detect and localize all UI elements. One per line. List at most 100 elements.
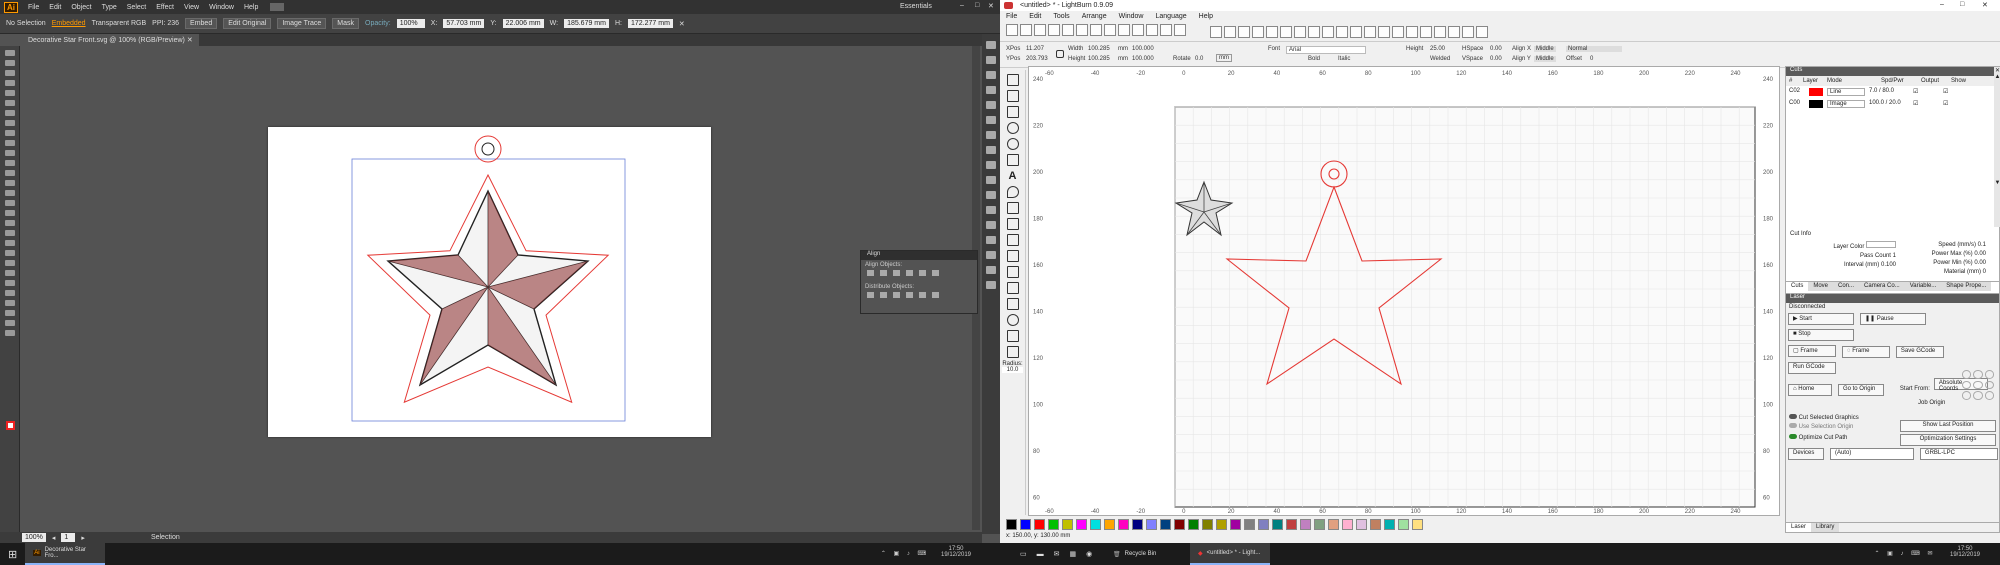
store-icon[interactable]: ▦: [1070, 550, 1077, 558]
palette-swatch[interactable]: [1132, 518, 1143, 530]
x-field[interactable]: 57.703 mm: [443, 19, 485, 28]
paintbrush-tool-icon[interactable]: [4, 140, 15, 146]
origin-radio[interactable]: [1973, 380, 1983, 390]
next-artboard-icon[interactable]: ▸: [81, 534, 85, 542]
optimization-settings-button[interactable]: Optimization Settings: [1900, 434, 1996, 446]
palette-swatch[interactable]: [1314, 518, 1325, 530]
output-checkbox[interactable]: ☑: [1913, 100, 1939, 108]
mirror-icon[interactable]: [1294, 25, 1306, 38]
paste-icon[interactable]: [1090, 24, 1102, 36]
start-button[interactable]: ▶ Start: [1788, 313, 1854, 325]
ungroup-icon[interactable]: [1252, 25, 1264, 38]
palette-swatch[interactable]: [1006, 518, 1017, 530]
show-checkbox[interactable]: ☑: [1943, 88, 1948, 96]
pencil-tool-icon[interactable]: [4, 160, 15, 166]
show-last-position-button[interactable]: Show Last Position: [1900, 420, 1996, 432]
palette-swatch[interactable]: [1398, 518, 1409, 530]
origin-radio[interactable]: [1962, 370, 1972, 379]
distribute-left-icon[interactable]: [906, 292, 913, 298]
align-right-icon[interactable]: [1336, 25, 1348, 38]
origin-radio[interactable]: [1984, 391, 1994, 400]
palette-swatch[interactable]: [1300, 518, 1311, 530]
align-left-icon[interactable]: [867, 270, 874, 276]
palette-swatch[interactable]: [1174, 518, 1185, 530]
artboard-tool-icon[interactable]: [4, 300, 15, 306]
chrome-icon[interactable]: ◉: [1086, 550, 1092, 558]
tab-move[interactable]: Move: [1808, 282, 1834, 291]
close-icon[interactable]: ✕: [1982, 1, 1988, 9]
page-align-icon[interactable]: [1476, 25, 1488, 38]
cut-icon[interactable]: [1062, 24, 1074, 36]
menu-effect[interactable]: Effect: [156, 4, 174, 11]
home-button[interactable]: ⌂ Home: [1788, 384, 1832, 396]
eraser-tool-icon[interactable]: [4, 170, 15, 176]
pen-tool-icon[interactable]: [4, 90, 15, 96]
free-transform-tool-icon[interactable]: [4, 210, 15, 216]
weld-icon[interactable]: [1006, 234, 1019, 246]
embed-button[interactable]: Embed: [185, 18, 218, 29]
taskbar-item-lightburn[interactable]: ◆ <untitled> * - Light...: [1190, 543, 1270, 565]
cut-selected-toggle[interactable]: Cut Selected Graphics: [1786, 406, 1999, 421]
distribute-right-icon[interactable]: [932, 292, 939, 298]
tab-variable-text[interactable]: Variable...: [1904, 282, 1942, 291]
star-artwork[interactable]: [268, 127, 711, 437]
align-right-icon[interactable]: [893, 270, 900, 276]
tab-close-icon[interactable]: ✕: [187, 37, 193, 44]
layer-mode-select[interactable]: Image: [1827, 100, 1865, 108]
workspace-switcher[interactable]: Essentials: [900, 3, 932, 10]
palette-swatch[interactable]: [1146, 518, 1157, 530]
move-together-icon[interactable]: [1434, 25, 1446, 38]
align-panel-icon[interactable]: [986, 236, 996, 244]
camera-icon[interactable]: [1174, 24, 1186, 36]
rotate-field[interactable]: 0.0: [1195, 56, 1203, 62]
system-tray-icons[interactable]: ⌃ ▣ ♪ ⌨: [880, 550, 930, 557]
direct-selection-tool-icon[interactable]: [4, 60, 15, 66]
space-v-icon[interactable]: [1462, 25, 1474, 38]
tab-cuts[interactable]: Cuts: [1786, 282, 1809, 291]
artboard-number-field[interactable]: 1: [61, 533, 76, 542]
ellipse-tool-icon[interactable]: [1006, 122, 1019, 134]
tab-library[interactable]: Library: [1811, 523, 1840, 532]
align-panel-header[interactable]: Align: [861, 251, 977, 260]
radius-field[interactable]: 10.0: [1002, 367, 1023, 373]
palette-swatch[interactable]: [1048, 518, 1059, 530]
trace-icon[interactable]: [1224, 25, 1236, 38]
magic-wand-tool-icon[interactable]: [4, 70, 15, 76]
palette-swatch[interactable]: [1244, 518, 1255, 530]
selection-tool-icon[interactable]: [4, 50, 15, 56]
menu-arrange[interactable]: Arrange: [1082, 13, 1107, 20]
gradient-panel-icon[interactable]: [986, 161, 996, 169]
align-top-icon[interactable]: [906, 270, 913, 276]
hand-tool-icon[interactable]: [4, 320, 15, 326]
mask-button[interactable]: Mask: [332, 18, 360, 29]
brushes-panel-icon[interactable]: [986, 116, 996, 124]
palette-swatch[interactable]: [1118, 518, 1129, 530]
palette-swatch[interactable]: [1090, 518, 1101, 530]
copy-icon[interactable]: [1076, 24, 1088, 36]
fillet-tool-icon[interactable]: [1006, 346, 1019, 358]
select-tool-icon[interactable]: [1006, 74, 1019, 86]
column-graph-tool-icon[interactable]: [4, 290, 15, 296]
stroke-panel-icon[interactable]: [986, 146, 996, 154]
align-top-icon[interactable]: [1364, 25, 1376, 38]
distribute-hcenter-icon[interactable]: [919, 292, 926, 298]
edit-original-button[interactable]: Edit Original: [223, 18, 272, 29]
show-checkbox[interactable]: ☑: [1943, 100, 1948, 108]
menu-edit[interactable]: Edit: [49, 4, 61, 11]
close-icon[interactable]: ✕: [1994, 67, 2000, 74]
rotate-icon[interactable]: [1308, 25, 1320, 38]
w-field[interactable]: 185.679 mm: [564, 19, 609, 28]
palette-swatch[interactable]: [1370, 518, 1381, 530]
offset-shapes-icon[interactable]: [1006, 218, 1019, 230]
fill-stroke-icon[interactable]: [6, 421, 15, 430]
transform-panel-icon[interactable]: [986, 221, 996, 229]
position-laser-icon[interactable]: [1006, 186, 1019, 198]
text-mode-select[interactable]: Normal: [1566, 46, 1622, 52]
tab-camera-control[interactable]: Camera Co...: [1859, 282, 1905, 291]
font-select[interactable]: Arial: [1286, 46, 1366, 54]
document-tab[interactable]: Decorative Star Front.svg @ 100% (RGB/Pr…: [22, 34, 199, 46]
palette-swatch[interactable]: [1272, 518, 1283, 530]
origin-radio[interactable]: [1984, 370, 1994, 379]
distribute-h-icon[interactable]: [1406, 25, 1418, 38]
shaper-tool-icon[interactable]: [4, 150, 15, 156]
